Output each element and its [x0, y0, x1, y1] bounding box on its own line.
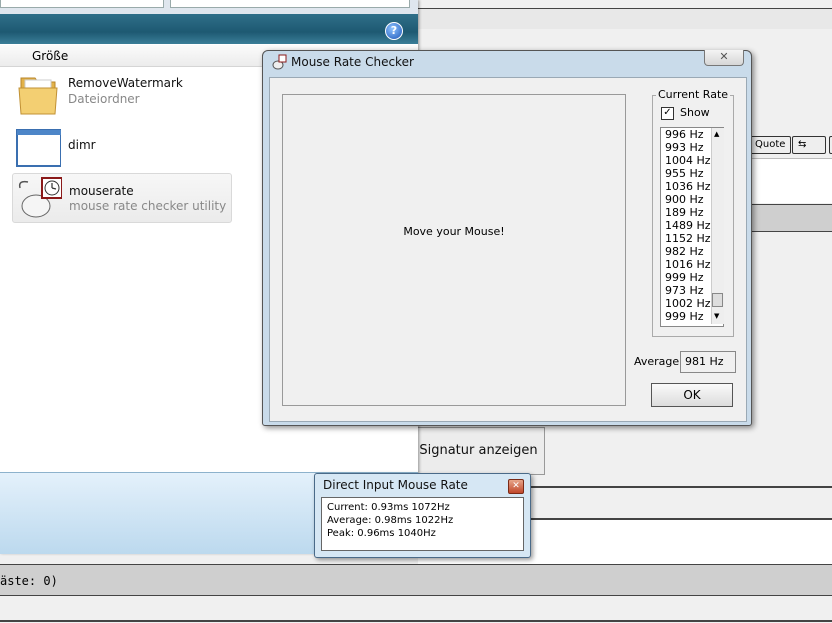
guests-bar — [0, 564, 832, 596]
current-rate-text: Current: 0.93ms 1072Hz — [327, 502, 450, 513]
scrollbar-thumb[interactable] — [712, 293, 723, 307]
file-item-mouserate[interactable]: mouserate mouse rate checker utility — [12, 173, 232, 223]
show-label: Show — [680, 106, 710, 119]
file-item-removewatermark[interactable]: RemoveWatermark Dateiordner — [12, 70, 232, 120]
explorer-toolbar — [0, 14, 418, 44]
file-description: mouse rate checker utility — [69, 199, 227, 213]
file-description: Dateiordner — [68, 92, 140, 106]
dialog-client-area: Move your Mouse! Current Rate ✓ Show 996… — [269, 77, 747, 422]
move-mouse-message: Move your Mouse! — [403, 225, 505, 238]
search-input[interactable] — [170, 0, 410, 8]
bg-band — [743, 204, 832, 232]
mouse-move-area[interactable]: Move your Mouse! — [282, 94, 626, 406]
mouse-rate-checker-window: Mouse Rate Checker ✕ Move your Mouse! Cu… — [262, 50, 752, 426]
help-icon[interactable]: ? — [385, 22, 403, 40]
mouse-clock-icon — [272, 54, 287, 70]
average-label: Average — [634, 355, 680, 368]
window-title: Direct Input Mouse Rate — [323, 478, 468, 492]
folder-icon — [18, 77, 58, 115]
application-window-icon — [16, 129, 61, 167]
ok-button[interactable]: OK — [651, 383, 733, 407]
mouse-clock-icon — [18, 177, 62, 218]
divider — [0, 620, 832, 622]
average-rate-text: Average: 0.98ms 1022Hz — [327, 515, 454, 526]
show-checkbox[interactable]: ✓ — [661, 107, 674, 120]
toolbar-button[interactable]: ⇆ — [792, 136, 826, 154]
column-header-label: Größe — [32, 49, 69, 63]
current-rate-label: Current Rate — [656, 88, 731, 101]
direct-input-mouse-rate-window: Direct Input Mouse Rate ✕ Current: 0.93m… — [314, 473, 531, 558]
file-item-dimr[interactable]: dimr — [12, 122, 232, 172]
bg-header-strip — [418, 9, 832, 29]
scroll-up-icon[interactable]: ▲ — [714, 130, 719, 138]
guests-count-text: äste: 0) — [0, 574, 58, 588]
window-title: Mouse Rate Checker — [291, 55, 414, 69]
quote-button[interactable]: Quote — [749, 136, 792, 154]
address-bar — [0, 0, 418, 14]
file-name: mouserate — [69, 184, 134, 198]
average-value-field: 981 Hz — [680, 351, 736, 373]
peak-rate-text: Peak: 0.96ms 1040Hz — [327, 528, 436, 539]
show-signature-button[interactable]: Signatur anzeigen — [412, 427, 545, 475]
close-button[interactable]: ✕ — [704, 50, 744, 66]
scroll-down-icon[interactable]: ▼ — [714, 312, 719, 320]
close-button[interactable]: ✕ — [508, 479, 524, 494]
file-name: RemoveWatermark — [68, 76, 183, 90]
close-icon: ✕ — [719, 50, 729, 63]
address-input[interactable] — [0, 0, 164, 8]
file-name: dimr — [68, 138, 96, 152]
text-area[interactable] — [750, 158, 832, 203]
rate-readout: Current: 0.93ms 1072Hz Average: 0.98ms 1… — [321, 497, 524, 551]
close-icon: ✕ — [512, 481, 520, 491]
